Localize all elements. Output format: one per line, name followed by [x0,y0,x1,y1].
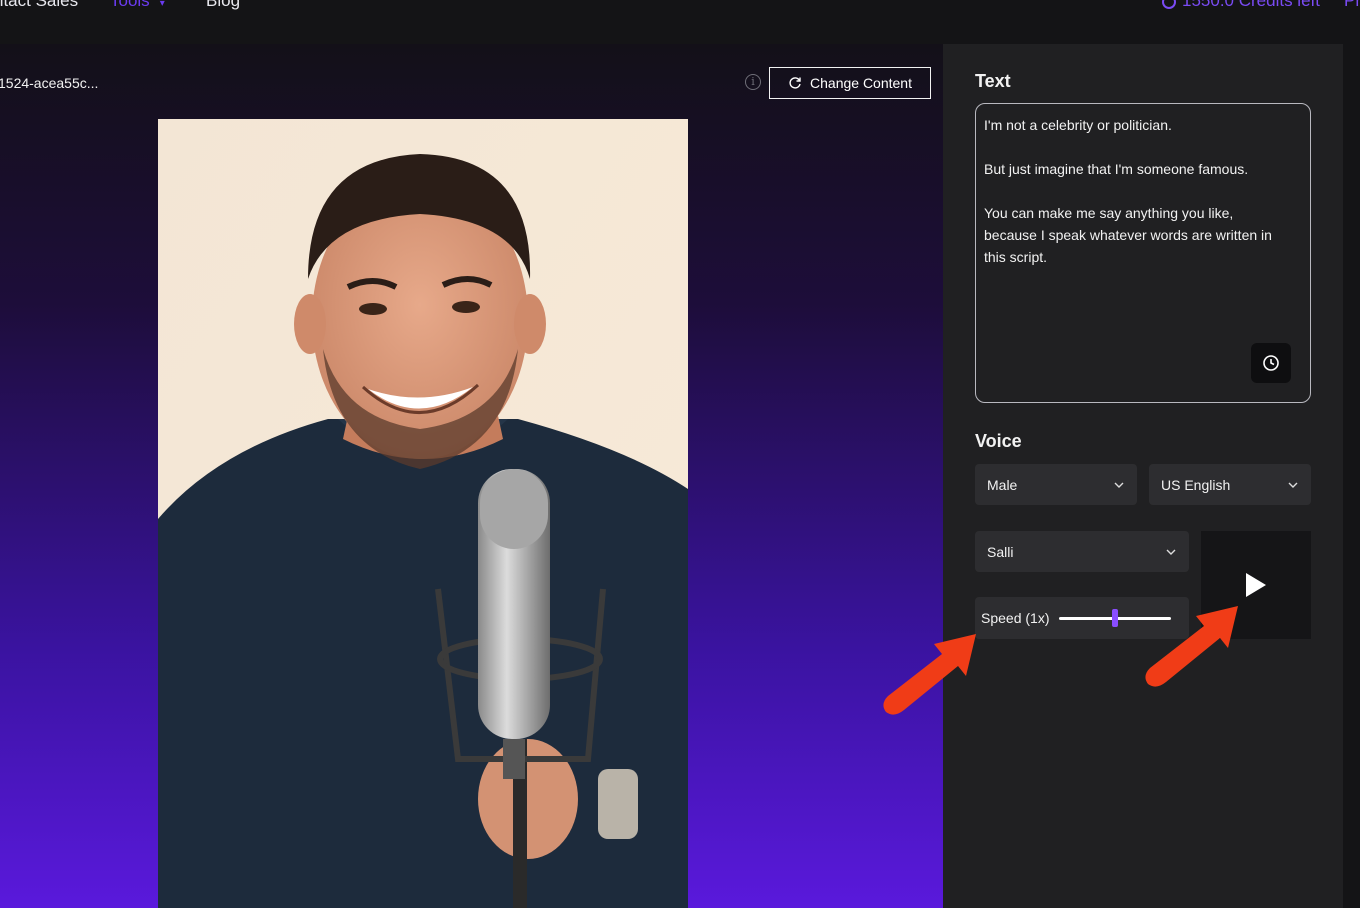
speed-slider-thumb[interactable] [1112,609,1119,627]
voice-select-value: Salli [987,543,1014,560]
page-edge [1343,44,1360,908]
script-line: But just imagine that I'm someone famous… [984,161,1249,177]
voice-select[interactable]: Salli [975,531,1189,572]
top-nav: ntact Sales Tools ▾ Blog 1550.0 Credits l… [0,0,1360,44]
script-line: You can make me say anything you like, [984,205,1234,221]
script-line: because I speak whatever words are writt… [984,227,1272,243]
script-line: I'm not a celebrity or politician. [984,117,1172,133]
change-content-label: Change Content [810,75,912,91]
chevron-down-icon [1288,482,1298,488]
avatar-photo [158,119,688,908]
chevron-down-icon: ▾ [159,0,165,9]
script-textarea[interactable]: I'm not a celebrity or politician. But j… [975,103,1311,403]
nav-tools[interactable]: Tools ▾ [110,0,165,11]
info-icon[interactable]: i [745,74,761,90]
language-select[interactable]: US English [1149,464,1311,505]
nav-contact-sales[interactable]: ntact Sales [0,0,78,11]
chevron-down-icon [1166,549,1176,555]
chevron-down-icon [1114,482,1124,488]
settings-panel: Text I'm not a celebrity or politician. … [943,44,1343,908]
credits-icon [1162,0,1176,9]
file-name: 1524-acea55c... [0,75,99,91]
language-select-value: US English [1161,476,1231,493]
gender-select-value: Male [987,476,1018,493]
avatar-stage: 1524-acea55c... i Change Content [0,44,943,908]
annotation-arrow-play [1138,602,1242,694]
history-button[interactable] [1251,343,1291,383]
annotation-arrow-speed [876,630,980,722]
refresh-icon [789,77,801,89]
speed-label: Speed (1x) [981,610,1050,626]
nav-tools-label: Tools [110,0,150,10]
credits-indicator[interactable]: 1550.0 Credits left [1162,0,1320,11]
text-section-title: Text [975,71,1011,91]
gender-select[interactable]: Male [975,464,1137,505]
clock-icon [1263,355,1279,371]
nav-pricing[interactable]: Pr [1344,0,1360,11]
avatar-image [158,119,688,908]
play-icon [1246,573,1266,597]
change-content-button[interactable]: Change Content [769,67,931,99]
credits-label: 1550.0 Credits left [1182,0,1320,10]
voice-section-title: Voice [975,431,1022,451]
script-line: this script. [984,249,1048,265]
nav-blog[interactable]: Blog [206,0,240,11]
